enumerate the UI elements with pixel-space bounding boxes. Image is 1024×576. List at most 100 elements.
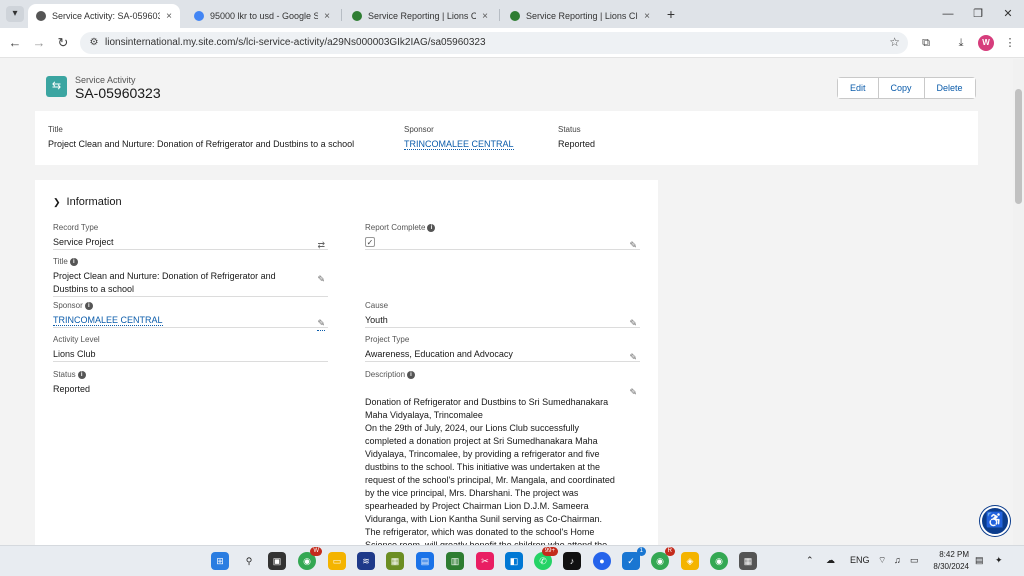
calculator-icon[interactable]: ▦ (739, 552, 757, 570)
tab-label: Service Reporting | Lions Clubs (526, 11, 638, 21)
snipping-tool-icon[interactable]: ✂ (476, 552, 494, 570)
close-icon[interactable]: × (482, 11, 488, 22)
scrollbar-thumb[interactable] (1015, 89, 1022, 204)
lions-logo-icon (510, 11, 520, 21)
title-value: Project Clean and Nurture: Donation of R… (53, 271, 276, 294)
report-complete-checkbox[interactable]: ✓ (365, 237, 375, 247)
app-icon[interactable]: ▤ (416, 552, 434, 570)
edit-button[interactable]: Edit (838, 78, 879, 98)
sponsor-link[interactable]: TRINCOMALEE CENTRAL (53, 315, 163, 326)
tab-search-dropdown-icon[interactable]: ▾ (6, 6, 24, 22)
volume-icon[interactable]: ♫ (894, 555, 901, 565)
pencil-icon[interactable]: ✎ (317, 273, 325, 286)
address-bar[interactable]: ⚙ lionsinternational.my.site.com/s/lci-s… (80, 32, 908, 54)
tab-divider (341, 9, 342, 21)
info-icon[interactable]: i (407, 370, 416, 379)
field-project-type: Project Type Awareness, Education and Ad… (365, 335, 640, 362)
pencil-icon[interactable]: ✎ (629, 351, 637, 364)
app-icon[interactable]: ≋ (357, 552, 375, 570)
profile-avatar[interactable]: W (978, 35, 994, 51)
windows-taskbar: ⊞ ⚲ ▣ ◉ W ▭ ≋ ▦ ▤ ▥ ✂ ◧ ✆ 99+ ♪ ● ✓ 1 ◉ R ◈ … (0, 545, 1024, 576)
field-label: Record Type (53, 223, 99, 232)
chevron-down-icon: ❯ (53, 197, 61, 207)
back-icon[interactable]: ← (7, 35, 23, 51)
battery-icon[interactable]: ▭ (910, 555, 919, 566)
info-icon[interactable]: i (427, 223, 436, 232)
todo-icon[interactable]: ✓ 1 (622, 547, 646, 570)
delete-button[interactable]: Delete (924, 78, 975, 98)
copy-button[interactable]: Copy (878, 78, 925, 98)
tab-service-reporting-2[interactable]: Service Reporting | Lions Clubs × (502, 4, 658, 28)
restore-icon[interactable]: ❐ (970, 6, 986, 22)
reload-icon[interactable]: ↻ (55, 35, 71, 51)
field-value: Project Clean and Nurture: Donation of R… (53, 270, 328, 297)
notification-icon[interactable]: ▤ (975, 555, 984, 566)
task-view-icon[interactable]: ▣ (268, 552, 286, 570)
clock-date: 8/30/2024 (933, 562, 969, 571)
close-icon[interactable]: × (324, 11, 330, 22)
chrome-icon[interactable]: ◉ R (651, 547, 675, 570)
chrome-icon[interactable]: ◉ W (298, 547, 322, 570)
field-description: Description i Donation of Refrigerator an… (365, 370, 640, 545)
description-value: Donation of Refrigerator and Dustbins to… (365, 397, 615, 545)
info-icon[interactable]: i (77, 370, 86, 379)
page-scrollbar[interactable] (1013, 59, 1024, 545)
chrome-profile-badge: W (310, 547, 322, 556)
change-record-type-icon[interactable]: ⇄ (317, 239, 325, 252)
lions-logo-icon (352, 11, 362, 21)
record-name: SA-05960323 (75, 85, 161, 101)
field-report-complete: Report Complete i ✓ ✎ (365, 223, 640, 250)
description-label: Description (365, 370, 406, 379)
pencil-icon[interactable]: ✎ (629, 239, 637, 252)
section-toggle[interactable]: ❯ Information (53, 196, 122, 208)
system-clock[interactable]: 8:42 PM 8/30/2024 (925, 549, 969, 573)
onedrive-icon[interactable]: ☁ (826, 555, 835, 566)
pencil-icon[interactable]: ✎ (629, 317, 637, 330)
search-icon[interactable]: ⚲ (240, 552, 258, 570)
field-value: Awareness, Education and Advocacy ✎ (365, 348, 640, 362)
app-icon[interactable]: ▥ (446, 552, 464, 570)
forward-icon[interactable]: → (31, 35, 47, 51)
chrome-icon[interactable]: ◉ (710, 552, 728, 570)
download-icon[interactable]: ⤓ (953, 35, 969, 51)
tab-google-search[interactable]: 95000 lkr to usd - Google Search × (186, 4, 338, 28)
section-title: Information (66, 196, 122, 208)
more-menu-icon[interactable]: ⋮ (1002, 35, 1018, 51)
field-sponsor: Sponsor i TRINCOMALEE CENTRAL ✎ (53, 301, 328, 331)
field-label: Project Type (365, 335, 410, 344)
wifi-icon[interactable]: ⌔ (878, 555, 886, 566)
whatsapp-icon[interactable]: ✆ 99+ (534, 547, 558, 570)
app-icon[interactable]: ◧ (505, 552, 523, 570)
field-label: Activity Level (53, 335, 100, 344)
close-window-icon[interactable]: ✕ (1000, 6, 1016, 22)
zoom-icon[interactable]: ● (593, 552, 611, 570)
show-hidden-icons[interactable]: ⌃ (806, 555, 814, 566)
pencil-icon[interactable]: ✎ (317, 317, 325, 331)
language-indicator[interactable]: ENG (850, 555, 870, 565)
new-tab-button[interactable]: + (663, 6, 679, 22)
close-icon[interactable]: × (644, 11, 650, 22)
extensions-icon[interactable]: ⧉ (918, 35, 934, 51)
sponsor-link[interactable]: TRINCOMALEE CENTRAL (404, 139, 514, 150)
close-icon[interactable]: × (166, 11, 172, 22)
info-icon[interactable]: i (69, 257, 78, 266)
minimize-icon[interactable]: — (940, 6, 956, 22)
tab-service-activity[interactable]: Service Activity: SA-05960323 × (28, 4, 180, 28)
copilot-icon[interactable]: ✦ (995, 555, 1003, 566)
windows-start-icon[interactable]: ⊞ (211, 552, 229, 570)
tiktok-icon[interactable]: ♪ (563, 552, 581, 570)
field-label: Title i (53, 257, 328, 266)
pencil-icon[interactable]: ✎ (629, 386, 637, 399)
bookmark-star-icon[interactable]: ☆ (889, 35, 900, 49)
file-explorer-icon[interactable]: ▭ (328, 552, 346, 570)
app-icon[interactable]: ◈ (681, 552, 699, 570)
browser-toolbar: ← → ↻ ⚙ lionsinternational.my.site.com/s… (0, 28, 1024, 58)
tab-service-reporting-1[interactable]: Service Reporting | Lions Clubs × (344, 4, 496, 28)
status-value: Reported (53, 384, 91, 394)
field-record-type: Record Type Service Project ⇄ (53, 223, 328, 250)
info-icon[interactable]: i (84, 301, 93, 310)
accessibility-icon[interactable]: ♿ (980, 506, 1010, 536)
whatsapp-badge: 99+ (541, 547, 558, 556)
app-icon[interactable]: ▦ (386, 552, 404, 570)
site-info-icon[interactable]: ⚙ (87, 36, 101, 50)
